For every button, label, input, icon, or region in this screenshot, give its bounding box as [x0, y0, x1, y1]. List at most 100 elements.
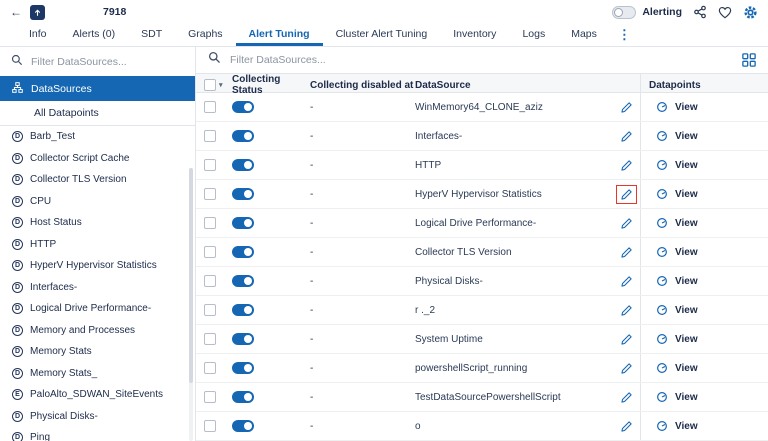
edit-pencil-button[interactable] — [617, 273, 636, 290]
sidebar-item-label: PaloAlto_SDWAN_SiteEvents — [30, 389, 163, 400]
view-link[interactable]: View — [675, 102, 698, 113]
sidebar-scrollbar-thumb[interactable] — [189, 168, 193, 383]
edit-pencil-button[interactable] — [617, 418, 636, 435]
sidebar-filter-input[interactable] — [31, 56, 161, 68]
tab-alert-tuning[interactable]: Alert Tuning — [236, 24, 323, 46]
sidebar-item-interfaces-[interactable]: DInterfaces- — [0, 277, 195, 299]
sidebar-item-label: Logical Drive Performance- — [30, 303, 151, 314]
row-checkbox[interactable] — [204, 333, 216, 345]
grid-view-icon[interactable] — [742, 53, 756, 67]
edit-pencil-button[interactable] — [617, 215, 636, 232]
edit-pencil-button[interactable] — [617, 244, 636, 261]
datapoints-view-icon — [656, 159, 668, 171]
sidebar-item-memory-stats-[interactable]: DMemory Stats_ — [0, 363, 195, 385]
datasource-icon: D — [12, 196, 23, 207]
row-checkbox[interactable] — [204, 101, 216, 113]
collecting-status-toggle[interactable] — [232, 304, 254, 316]
collecting-status-toggle[interactable] — [232, 275, 254, 287]
collecting-status-toggle[interactable] — [232, 130, 254, 142]
tab-bar: InfoAlerts (0)SDTGraphsAlert TuningClust… — [0, 24, 768, 47]
edit-pencil-button[interactable] — [617, 389, 636, 406]
collecting-status-toggle[interactable] — [232, 188, 254, 200]
sidebar-item-barb-test[interactable]: DBarb_Test — [0, 126, 195, 148]
collecting-status-toggle[interactable] — [232, 420, 254, 432]
datasource-icon: D — [12, 239, 23, 250]
sidebar-item-http[interactable]: D HTTP — [0, 234, 195, 256]
datasource-name: Logical Drive Performance- — [415, 218, 612, 229]
select-dropdown-caret-icon[interactable]: ▾ — [219, 81, 223, 89]
view-link[interactable]: View — [675, 363, 698, 374]
edit-pencil-button[interactable] — [617, 302, 636, 319]
sidebar-item-label: HTTP — [30, 239, 56, 250]
tab-inventory[interactable]: Inventory — [440, 24, 509, 46]
collecting-status-toggle[interactable] — [232, 159, 254, 171]
edit-pencil-button[interactable] — [617, 360, 636, 377]
view-link[interactable]: View — [675, 392, 698, 403]
favorite-heart-icon[interactable] — [718, 6, 732, 19]
edit-pencil-button[interactable] — [617, 157, 636, 174]
edit-pencil-button[interactable] — [617, 99, 636, 116]
alerting-toggle[interactable] — [612, 6, 636, 19]
row-checkbox[interactable] — [204, 391, 216, 403]
edit-pencil-button[interactable] — [617, 331, 636, 348]
row-checkbox[interactable] — [204, 159, 216, 171]
row-checkbox[interactable] — [204, 188, 216, 200]
share-icon[interactable] — [693, 5, 707, 19]
row-checkbox[interactable] — [204, 246, 216, 258]
sidebar-item-label: Memory and Processes — [30, 325, 135, 336]
sidebar-item-ping[interactable]: DPing — [0, 427, 195, 441]
collecting-status-toggle[interactable] — [232, 101, 254, 113]
sidebar-item-collector-tls-version[interactable]: DCollector TLS Version — [0, 169, 195, 191]
view-link[interactable]: View — [675, 218, 698, 229]
edit-pencil-button[interactable] — [616, 185, 637, 204]
back-arrow-icon[interactable]: ← — [10, 5, 24, 19]
datasource-filter-input[interactable] — [230, 54, 360, 66]
edit-pencil-button[interactable] — [617, 128, 636, 145]
sidebar-item-label: Ping — [30, 432, 50, 441]
view-link[interactable]: View — [675, 189, 698, 200]
sidebar-item-collector-script-cache[interactable]: DCollector Script Cache — [0, 148, 195, 170]
view-link[interactable]: View — [675, 160, 698, 171]
row-checkbox[interactable] — [204, 304, 216, 316]
collecting-status-toggle[interactable] — [232, 246, 254, 258]
tab-cluster-alert-tuning[interactable]: Cluster Alert Tuning — [323, 24, 441, 46]
view-link[interactable]: View — [675, 421, 698, 432]
tab-logs[interactable]: Logs — [509, 24, 558, 46]
sidebar-item-hyperv-hypervisor-statistics[interactable]: DHyperV Hypervisor Statistics — [0, 255, 195, 277]
tab-sdt[interactable]: SDT — [128, 24, 175, 46]
row-checkbox[interactable] — [204, 362, 216, 374]
view-link[interactable]: View — [675, 334, 698, 345]
row-checkbox[interactable] — [204, 420, 216, 432]
select-all-checkbox[interactable] — [204, 79, 216, 91]
sidebar-item-all-datapoints[interactable]: All Datapoints — [0, 101, 195, 126]
tab-graphs[interactable]: Graphs — [175, 24, 235, 46]
sidebar-item-physical-disks-[interactable]: DPhysical Disks- — [0, 406, 195, 428]
collecting-disabled-at-value: - — [310, 160, 415, 171]
sidebar-item-paloalto-sdwan-siteevents[interactable]: EPaloAlto_SDWAN_SiteEvents — [0, 384, 195, 406]
view-link[interactable]: View — [675, 131, 698, 142]
collecting-status-toggle[interactable] — [232, 333, 254, 345]
tab-info[interactable]: Info — [16, 24, 60, 46]
row-checkbox[interactable] — [204, 275, 216, 287]
view-link[interactable]: View — [675, 247, 698, 258]
sidebar-item-memory-stats[interactable]: DMemory Stats — [0, 341, 195, 363]
sidebar-item-cpu[interactable]: DCPU — [0, 191, 195, 213]
datapoints-view-icon — [656, 391, 668, 403]
row-checkbox[interactable] — [204, 217, 216, 229]
collecting-status-toggle[interactable] — [232, 391, 254, 403]
view-link[interactable]: View — [675, 276, 698, 287]
tab-maps[interactable]: Maps — [558, 24, 610, 46]
sidebar-item-host-status[interactable]: DHost Status — [0, 212, 195, 234]
settings-gear-icon[interactable] — [743, 5, 758, 20]
sidebar-item-memory-and-processes[interactable]: DMemory and Processes — [0, 320, 195, 342]
sidebar-item-label: HyperV Hypervisor Statistics — [30, 260, 157, 271]
tabs-overflow-menu-icon[interactable]: ⋮ — [610, 24, 639, 46]
sidebar-item-logical-drive-performance-[interactable]: DLogical Drive Performance- — [0, 298, 195, 320]
table-row: - TestDataSourcePowershellScript View — [196, 383, 768, 412]
collecting-status-toggle[interactable] — [232, 362, 254, 374]
row-checkbox[interactable] — [204, 130, 216, 142]
collecting-status-toggle[interactable] — [232, 217, 254, 229]
tab-alerts-0-[interactable]: Alerts (0) — [60, 24, 129, 46]
sidebar-item-datasources[interactable]: DataSources — [0, 76, 195, 101]
view-link[interactable]: View — [675, 305, 698, 316]
